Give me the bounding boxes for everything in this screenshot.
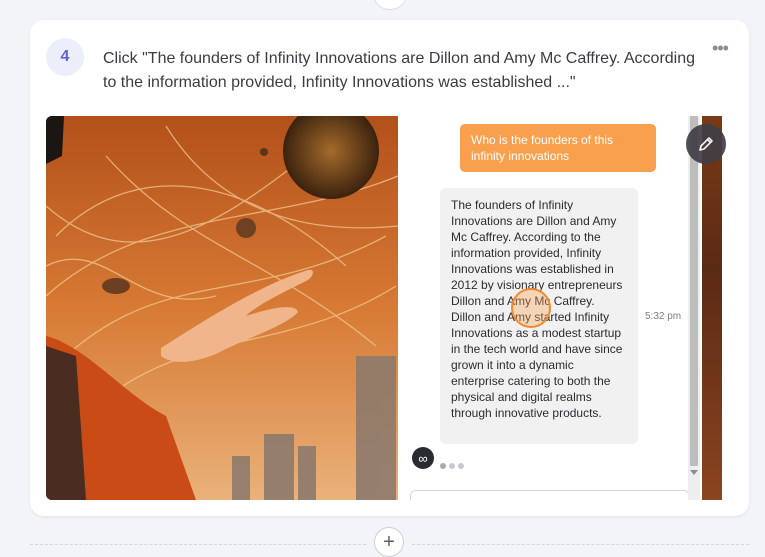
message-timestamp: 5:32 pm <box>645 311 682 322</box>
step-screenshot: Who is the founders of this infinity inn… <box>46 116 734 500</box>
scrollbar-thumb[interactable] <box>690 116 698 466</box>
edit-button[interactable] <box>686 124 726 164</box>
background-edge-image <box>700 116 734 500</box>
divider-right <box>412 544 749 545</box>
divider-left <box>30 544 366 545</box>
background-artwork-image <box>46 116 398 500</box>
step-card: 4 Click "The founders of Infinity Innova… <box>30 20 749 516</box>
step-instruction: Click "The founders of Infinity Innovati… <box>103 50 696 91</box>
step-number-badge: 4 <box>46 38 84 76</box>
chat-input[interactable] <box>410 490 690 500</box>
pencil-icon <box>699 137 713 151</box>
scroll-down-arrow-icon[interactable] <box>690 470 698 475</box>
add-step-button-top[interactable] <box>374 0 406 10</box>
typing-indicator <box>440 456 470 469</box>
user-message-bubble: Who is the founders of this infinity inn… <box>460 124 656 172</box>
chat-scrollbar[interactable] <box>688 116 700 500</box>
infinity-icon: ∞ <box>412 447 434 469</box>
more-options-icon[interactable]: ••• <box>710 38 730 58</box>
add-step-button[interactable]: + <box>374 527 404 557</box>
click-indicator <box>511 288 551 328</box>
